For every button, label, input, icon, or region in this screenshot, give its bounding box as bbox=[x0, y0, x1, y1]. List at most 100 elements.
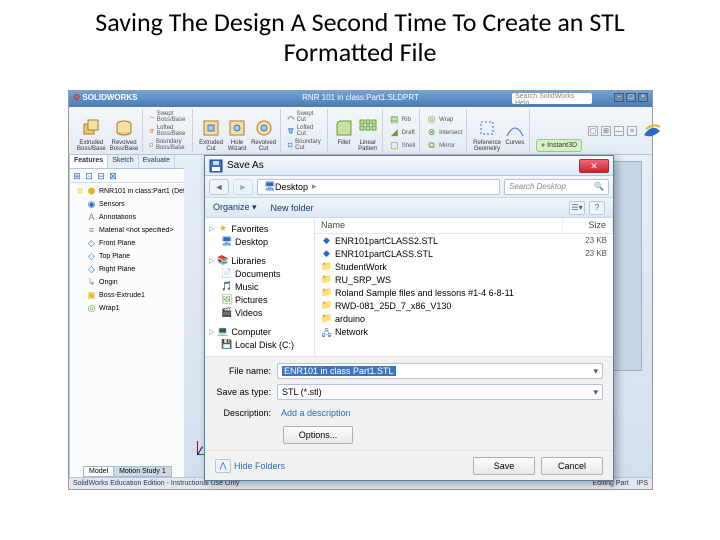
description-label: Description: bbox=[215, 408, 277, 418]
tree-annotations[interactable]: AAnnotations bbox=[72, 211, 193, 224]
boundary-boss-button[interactable]: Boundary Boss/Base bbox=[149, 138, 188, 152]
sidebar-localdisk[interactable]: 💾Local Disk (C:) bbox=[207, 338, 312, 351]
tree-origin[interactable]: ↳Origin bbox=[72, 276, 193, 289]
tab-model[interactable]: Model bbox=[83, 466, 114, 477]
reference-geometry-button[interactable]: Reference Geometry bbox=[473, 118, 501, 152]
column-size[interactable]: Size bbox=[563, 218, 613, 233]
ribbon-group-boss: Extruded Boss/Base Revolved Boss/Base bbox=[73, 109, 143, 152]
tab-features[interactable]: Features bbox=[70, 155, 108, 168]
sidebar-libraries[interactable]: 📚Libraries bbox=[207, 254, 312, 267]
tree-boss-extrude[interactable]: ▣Boss-Extrude1 bbox=[72, 289, 193, 302]
swept-cut-button[interactable]: Swept Cut bbox=[287, 110, 323, 124]
new-folder-button[interactable]: New folder bbox=[271, 203, 314, 213]
fillet-button[interactable]: Fillet bbox=[334, 118, 354, 152]
tab-motion-study[interactable]: Motion Study 1 bbox=[113, 466, 172, 477]
sidebar-videos[interactable]: 🎬Videos bbox=[207, 306, 312, 319]
dialog-sidebar: ★Favorites 🖥Desktop 📚Libraries 📄Document… bbox=[205, 218, 315, 356]
organize-menu[interactable]: Organize ▾ bbox=[213, 202, 257, 213]
list-item[interactable]: 🖧Network bbox=[315, 325, 613, 338]
intersect-button[interactable]: ⊗Intersect bbox=[426, 126, 462, 139]
column-name[interactable]: Name bbox=[315, 218, 563, 233]
wrap-button[interactable]: ◎Wrap bbox=[426, 113, 453, 126]
sidebar-pictures[interactable]: 🖼Pictures bbox=[207, 293, 312, 306]
list-item[interactable]: ◆ENR101partCLASS.STL23 KB bbox=[315, 247, 613, 260]
sidebar-documents[interactable]: 📄Documents bbox=[207, 267, 312, 280]
maximize-button[interactable]: ▢ bbox=[626, 93, 636, 102]
list-item[interactable]: 📁RU_SRP_WS bbox=[315, 273, 613, 286]
close-button[interactable]: × bbox=[638, 93, 648, 102]
sidebar-computer[interactable]: 💻Computer bbox=[207, 325, 312, 338]
instant3d-button[interactable]: Instant3D bbox=[536, 139, 582, 152]
breadcrumb-desktop[interactable]: Desktop bbox=[273, 182, 310, 192]
revolved-cut-button[interactable]: Revolved Cut bbox=[251, 118, 276, 152]
boundary-cut-button[interactable]: Boundary Cut bbox=[287, 138, 323, 152]
shell-button[interactable]: ▢Shell bbox=[389, 139, 415, 152]
fm-icon[interactable]: ⊡ bbox=[84, 171, 94, 181]
ribbon-group-cut-adv: Swept Cut Lofted Cut Boundary Cut bbox=[283, 109, 328, 152]
draft-button[interactable]: ◢Draft bbox=[389, 126, 415, 139]
mirror-button[interactable]: ⧉Mirror bbox=[426, 139, 455, 152]
dialog-titlebar: Save As ✕ bbox=[205, 156, 613, 176]
revolved-boss-button[interactable]: Revolved Boss/Base bbox=[110, 118, 139, 152]
sidebar-desktop[interactable]: 🖥Desktop bbox=[207, 235, 312, 248]
breadcrumb[interactable]: 🖥 Desktop ▸ bbox=[257, 179, 500, 195]
nav-forward-button[interactable]: ► bbox=[233, 179, 253, 195]
dialog-footer: Hide Folders Save Cancel bbox=[205, 450, 613, 480]
description-input[interactable]: Add a description bbox=[277, 405, 603, 421]
viewport-expand-icon[interactable]: — bbox=[614, 126, 624, 136]
tree-wrap[interactable]: ◎Wrap1 bbox=[72, 302, 193, 315]
nav-back-button[interactable]: ◄ bbox=[209, 179, 229, 195]
rib-button[interactable]: ▤Rib bbox=[389, 113, 411, 126]
tree-front-plane[interactable]: ◇Front Plane bbox=[72, 237, 193, 250]
fm-icon[interactable]: ⊠ bbox=[108, 171, 118, 181]
filename-input[interactable]: ENR101 in class Part1.STL bbox=[277, 363, 603, 379]
sidebar-favorites[interactable]: ★Favorites bbox=[207, 222, 312, 235]
view-options-button[interactable]: ☰▾ bbox=[569, 201, 585, 215]
tree-material[interactable]: ≡Material <not specified> bbox=[72, 224, 193, 237]
tree-top-plane[interactable]: ◇Top Plane bbox=[72, 250, 193, 263]
saveastype-select[interactable]: STL (*.stl) bbox=[277, 384, 603, 400]
list-item[interactable]: 📁Roland Sample files and lessons #1-4 6-… bbox=[315, 286, 613, 299]
save-button[interactable]: Save bbox=[473, 457, 535, 475]
list-item[interactable]: 📁RWD-081_25D_7_x86_V130 bbox=[315, 299, 613, 312]
dialog-body: ★Favorites 🖥Desktop 📚Libraries 📄Document… bbox=[205, 218, 613, 356]
search-help-input[interactable]: Search SolidWorks Help bbox=[512, 93, 592, 104]
list-item[interactable]: 📁StudentWork bbox=[315, 260, 613, 273]
tab-sketch[interactable]: Sketch bbox=[108, 155, 138, 168]
document-title: RNR 101 in class:Part1.SLDPRT bbox=[302, 93, 419, 102]
ribbon-group-boss-adv: Swept Boss/Base Lofted Boss/Base Boundar… bbox=[145, 109, 193, 152]
dialog-close-button[interactable]: ✕ bbox=[579, 159, 609, 173]
extruded-cut-button[interactable]: Extruded Cut bbox=[199, 118, 223, 152]
tree-right-plane[interactable]: ◇Right Plane bbox=[72, 263, 193, 276]
linear-pattern-button[interactable]: Linear Pattern bbox=[358, 118, 378, 152]
sidebar-music[interactable]: 🎵Music bbox=[207, 280, 312, 293]
swept-boss-button[interactable]: Swept Boss/Base bbox=[149, 110, 188, 124]
ribbon-right-controls: ▢ ⊞ — × bbox=[588, 109, 664, 152]
tree-root[interactable]: ⊟⬢RNR101 in class:Part1 (Defau bbox=[72, 185, 193, 198]
tree-sensors[interactable]: ◉Sensors bbox=[72, 198, 193, 211]
dassault-logo-icon bbox=[640, 119, 664, 143]
lofted-boss-button[interactable]: Lofted Boss/Base bbox=[149, 124, 188, 138]
curves-button[interactable]: Curves bbox=[505, 118, 525, 152]
ribbon: Extruded Boss/Base Revolved Boss/Base Sw… bbox=[69, 107, 652, 155]
tab-evaluate[interactable]: Evaluate bbox=[139, 155, 175, 168]
ribbon-group-features: Fillet Linear Pattern bbox=[330, 109, 383, 152]
extruded-boss-button[interactable]: Extruded Boss/Base bbox=[77, 118, 106, 152]
search-input[interactable]: Search Desktop bbox=[504, 179, 609, 195]
list-item[interactable]: 📁arduino bbox=[315, 312, 613, 325]
status-units[interactable]: IPS bbox=[637, 480, 648, 487]
hole-wizard-button[interactable]: Hole Wizard bbox=[227, 118, 247, 152]
app-titlebar: SOLIDWORKS RNR 101 in class:Part1.SLDPRT… bbox=[69, 91, 652, 107]
options-button[interactable]: Options... bbox=[283, 426, 353, 444]
viewport-close-icon[interactable]: × bbox=[627, 126, 637, 136]
minimize-button[interactable]: – bbox=[614, 93, 624, 102]
fm-icon[interactable]: ⊞ bbox=[72, 171, 82, 181]
viewport-split-icon[interactable]: ⊞ bbox=[601, 126, 611, 136]
lofted-cut-button[interactable]: Lofted Cut bbox=[287, 124, 323, 138]
help-button[interactable]: ? bbox=[589, 201, 605, 215]
fm-icon[interactable]: ⊟ bbox=[96, 171, 106, 181]
cancel-button[interactable]: Cancel bbox=[541, 457, 603, 475]
hide-folders-button[interactable]: Hide Folders bbox=[215, 459, 285, 473]
viewport-single-icon[interactable]: ▢ bbox=[588, 126, 598, 136]
list-item[interactable]: ◆ENR101partCLASS2.STL23 KB bbox=[315, 234, 613, 247]
